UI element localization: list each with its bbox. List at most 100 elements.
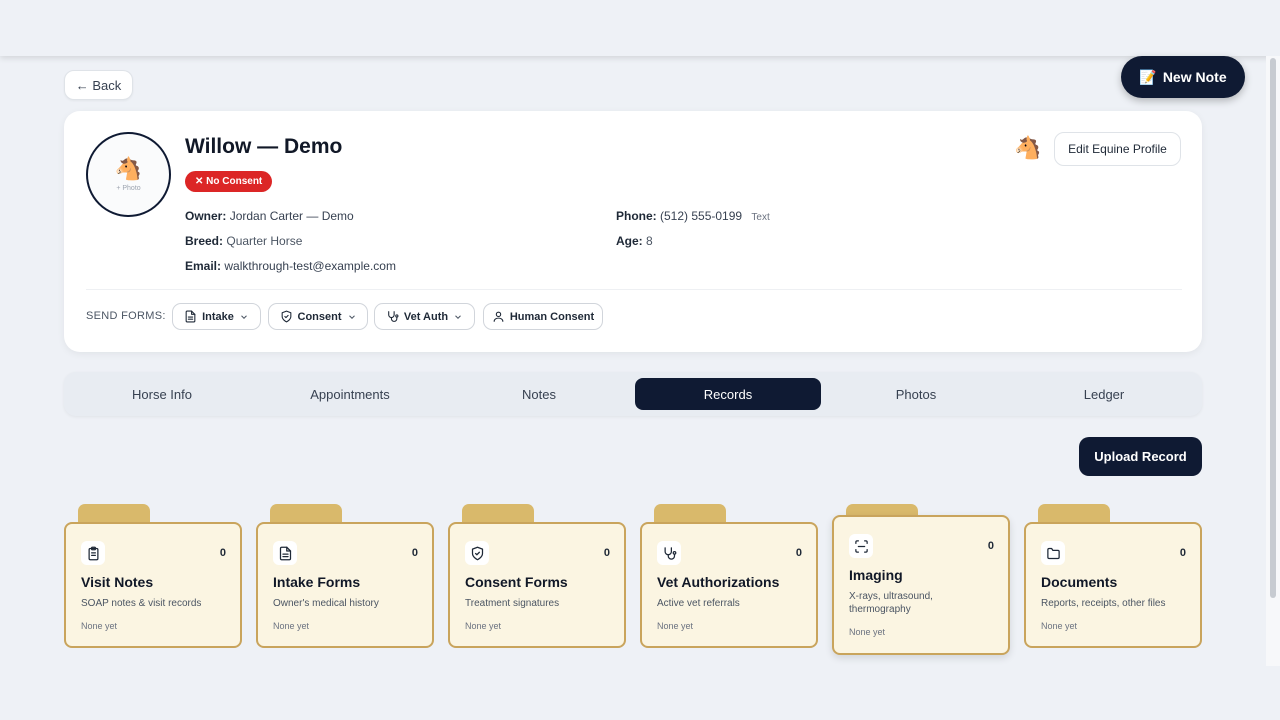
memo-icon: 📝 xyxy=(1139,68,1157,85)
folder-body: 0 Intake Forms Owner's medical history N… xyxy=(256,522,434,648)
folder-title: Documents xyxy=(1041,574,1118,590)
folder-description: SOAP notes & visit records xyxy=(81,598,202,609)
folder-title: Consent Forms xyxy=(465,574,568,590)
record-count: 0 xyxy=(795,547,802,559)
folder-tab xyxy=(654,504,726,522)
phone-value: (512) 555-0199 xyxy=(660,209,743,223)
vet-auth-chip-label: Vet Auth xyxy=(403,310,449,323)
folder-body: 0 Imaging X-rays, ultrasound, thermograp… xyxy=(832,515,1010,655)
folder-description: Reports, receipts, other files xyxy=(1041,598,1166,609)
upload-record-button[interactable]: Upload Record xyxy=(1079,437,1202,476)
folder-description: X-rays, ultrasound, thermography xyxy=(849,591,933,615)
breed-row: Breed: Quarter Horse xyxy=(185,234,302,248)
shield-icon xyxy=(465,541,489,565)
folder-body: 0 Documents Reports, receipts, other fil… xyxy=(1024,522,1202,648)
shield-icon xyxy=(281,310,291,323)
folder-description: Owner's medical history xyxy=(273,598,379,609)
age-value: 8 xyxy=(646,234,653,248)
email-label: Email: xyxy=(185,259,222,273)
human-consent-chip-label: Human Consent xyxy=(509,310,595,323)
email-row: Email: walkthrough-test@example.com xyxy=(185,259,396,273)
chevron-down-icon xyxy=(241,314,247,319)
send-human-consent-button[interactable]: Human Consent xyxy=(483,303,603,330)
section-tabs: Horse Info Appointments Notes Records Ph… xyxy=(64,372,1202,416)
folder-title: Vet Authorizations xyxy=(657,574,780,590)
folder-tab xyxy=(1038,504,1110,522)
folder-status: None yet xyxy=(465,621,502,631)
folder-tab xyxy=(270,504,342,522)
folder-tab xyxy=(78,504,150,522)
record-count: 0 xyxy=(987,540,994,552)
phone-row: Phone: (512) 555-0199 Text xyxy=(616,209,770,223)
folder-title: Imaging xyxy=(849,567,903,583)
breed-label: Breed: xyxy=(185,234,224,248)
tab-horse-info[interactable]: Horse Info xyxy=(69,378,255,410)
phone-label: Phone: xyxy=(616,209,657,223)
new-note-label: New Note xyxy=(1162,69,1227,85)
record-count: 0 xyxy=(219,547,226,559)
folder-status: None yet xyxy=(81,621,118,631)
upload-record-label: Upload Record xyxy=(1094,449,1187,464)
scrollbar-thumb[interactable] xyxy=(1270,58,1276,598)
chevron-down-icon xyxy=(455,314,461,319)
folder-title: Intake Forms xyxy=(273,574,361,590)
email-value: walkthrough-test@example.com xyxy=(224,259,396,273)
stethoscope-icon xyxy=(388,311,399,322)
record-count: 0 xyxy=(1179,547,1186,559)
edit-equine-profile-button[interactable]: Edit Equine Profile xyxy=(1054,132,1181,166)
tab-records[interactable]: Records xyxy=(635,378,821,410)
folder-status: None yet xyxy=(273,621,310,631)
folder-icon xyxy=(1041,541,1065,565)
back-button[interactable]: ← Back xyxy=(64,70,133,100)
breed-value: Quarter Horse xyxy=(226,234,303,248)
document-icon xyxy=(185,310,196,323)
document-icon xyxy=(273,541,297,565)
folder-body: 0 Vet Authorizations Active vet referral… xyxy=(640,522,818,648)
consent-status-badge: ✕ No Consent xyxy=(185,171,273,192)
folder-description: Active vet referrals xyxy=(657,598,740,609)
folder-status: None yet xyxy=(849,627,886,637)
record-count: 0 xyxy=(411,547,418,559)
divider xyxy=(86,289,1182,290)
new-note-button[interactable]: 📝 New Note xyxy=(1121,56,1245,98)
intake-chip-label: Intake xyxy=(202,310,234,323)
folder-body: 0 Visit Notes SOAP notes & visit records… xyxy=(64,522,242,648)
send-consent-dropdown[interactable]: Consent xyxy=(268,303,368,330)
user-icon xyxy=(493,311,504,322)
horse-name: Willow — Demo xyxy=(185,135,343,158)
edit-profile-label: Edit Equine Profile xyxy=(1068,142,1167,156)
send-forms-label: SEND FORMS: xyxy=(86,310,166,322)
horse-icon: 🐴 xyxy=(1014,135,1042,160)
send-intake-dropdown[interactable]: Intake xyxy=(172,303,261,330)
top-bar xyxy=(0,0,1280,56)
folder-body: 0 Consent Forms Treatment signatures Non… xyxy=(448,522,626,648)
chevron-down-icon xyxy=(348,314,355,319)
consent-badge-text: ✕ No Consent xyxy=(195,176,263,187)
tab-appointments[interactable]: Appointments xyxy=(257,378,443,410)
tab-photos[interactable]: Photos xyxy=(823,378,1009,410)
record-count: 0 xyxy=(603,547,610,559)
send-vet-auth-dropdown[interactable]: Vet Auth xyxy=(374,303,475,330)
horse-avatar-icon: 🐴 xyxy=(114,156,143,181)
tab-ledger[interactable]: Ledger xyxy=(1011,378,1197,410)
profile-card: 🐴 + Photo Willow — Demo ✕ No Consent Own… xyxy=(64,111,1202,352)
add-photo-caption: + Photo xyxy=(116,185,141,192)
owner-value: Jordan Carter — Demo xyxy=(229,209,354,223)
folder-tab xyxy=(462,504,534,522)
clipboard-icon xyxy=(81,541,105,565)
stethoscope-icon xyxy=(657,541,681,565)
age-label: Age: xyxy=(616,234,643,248)
age-row: Age: 8 xyxy=(616,234,653,248)
folder-status: None yet xyxy=(1041,621,1078,631)
scan-icon xyxy=(849,534,873,558)
back-label: ← Back xyxy=(75,77,122,93)
folder-description: Treatment signatures xyxy=(465,598,560,609)
avatar-photo-upload[interactable]: 🐴 + Photo xyxy=(86,132,171,217)
owner-label: Owner: xyxy=(185,209,227,223)
folder-status: None yet xyxy=(657,621,694,631)
phone-text-link[interactable]: Text xyxy=(751,212,769,223)
consent-chip-label: Consent xyxy=(297,310,342,323)
folder-title: Visit Notes xyxy=(81,574,154,590)
owner-row: Owner: Jordan Carter — Demo xyxy=(185,209,354,223)
tab-notes[interactable]: Notes xyxy=(446,378,632,410)
